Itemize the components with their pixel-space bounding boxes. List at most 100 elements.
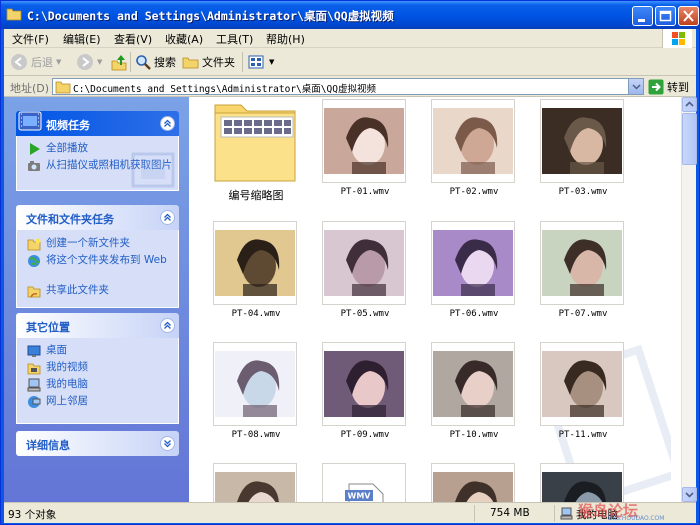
video-frame-image [542, 351, 622, 417]
camera-icon [28, 161, 40, 171]
details-title: 详细信息 [26, 439, 70, 452]
scroll-thumb[interactable] [682, 113, 697, 165]
chevron-down-icon [632, 84, 641, 90]
video-thumbnail [431, 342, 515, 426]
file-tasks-title: 文件和文件夹任务 [26, 213, 114, 226]
chevron-down-icon: ▼ [56, 58, 62, 66]
file-name-label: PT-07.wmv [558, 309, 608, 319]
title-bar[interactable]: C:\Documents and Settings\Administrator\… [1, 1, 699, 29]
menu-tools[interactable]: 工具(T) [216, 31, 253, 47]
file-tasks-header[interactable]: 文件和文件夹任务 [16, 205, 179, 230]
place-my-computer[interactable]: 我的电脑 [27, 378, 181, 392]
other-places-title: 其它位置 [26, 321, 70, 334]
video-frame-image [542, 230, 622, 296]
task-new-folder[interactable]: 创建一个新文件夹 [27, 237, 181, 251]
menu-view[interactable]: 查看(V) [114, 31, 152, 47]
network-icon [28, 396, 41, 408]
video-thumbnail [322, 99, 406, 183]
video-tasks-title: 视频任务 [46, 119, 90, 132]
other-places-panel: 其它位置 桌面 我的视频 我的电脑 网上邻居 [16, 313, 179, 424]
watermark-sub: BBS.HOUDAO.COM [608, 515, 665, 522]
address-dropdown[interactable] [628, 79, 643, 94]
window-title: C:\Documents and Settings\Administrator\… [27, 9, 394, 23]
video-thumbnail [540, 221, 624, 305]
expand-button[interactable] [160, 436, 175, 451]
video-frame-image [215, 472, 295, 502]
file-name-label: PT-04.wmv [231, 309, 281, 319]
collapse-button[interactable] [160, 210, 175, 225]
windows-logo [662, 29, 692, 48]
place-network[interactable]: 网上邻居 [27, 395, 181, 409]
task-share-folder[interactable]: 共享此文件夹 [27, 284, 181, 298]
back-button[interactable]: 后退 ▼ [10, 52, 61, 72]
video-frame-image [324, 108, 404, 174]
video-frame-image [215, 351, 295, 417]
chevron-down-icon: ▼ [269, 58, 275, 66]
video-thumbnail [213, 463, 297, 502]
video-thumbnail [213, 342, 297, 426]
menu-bar: 文件(F) 编辑(E) 查看(V) 收藏(A) 工具(T) 帮助(H) [4, 29, 696, 48]
task-publish-web[interactable]: 将这个文件夹发布到 Web [27, 254, 181, 268]
file-name-label: PT-08.wmv [231, 430, 281, 440]
my-computer-icon [27, 378, 41, 392]
video-thumbnail [213, 221, 297, 305]
video-thumbnail [540, 99, 624, 183]
maximize-button[interactable] [655, 6, 676, 26]
close-icon [683, 10, 694, 22]
desktop-icon [27, 345, 41, 357]
file-name-label: PT-05.wmv [340, 309, 390, 319]
video-frame-image [433, 351, 513, 417]
up-folder-button[interactable] [110, 52, 128, 72]
collapse-button[interactable] [160, 318, 175, 333]
details-header[interactable]: 详细信息 [16, 431, 179, 456]
place-desktop[interactable]: 桌面 [27, 344, 181, 358]
status-size: 754 MB [490, 507, 530, 519]
go-button[interactable]: 转到 [648, 78, 689, 95]
site-watermark: 猴岛论坛 BBS.HOUDAO.COM [572, 502, 692, 523]
folder-icon [55, 81, 71, 94]
file-name-label: PT-03.wmv [558, 187, 608, 197]
video-thumbnail [322, 342, 406, 426]
menu-favorites[interactable]: 收藏(A) [165, 31, 203, 47]
play-icon [30, 143, 40, 155]
status-bar: 93 个对象 754 MB 我的电脑 猴岛论坛 BBS.HOUDAO.COM [4, 502, 696, 523]
collapse-button[interactable] [160, 116, 175, 131]
video-frame-image [324, 230, 404, 296]
video-thumbnail [540, 342, 624, 426]
vertical-scrollbar[interactable] [681, 97, 697, 502]
search-button[interactable]: 搜索 [135, 52, 176, 72]
menu-file[interactable]: 文件(F) [12, 31, 49, 47]
folders-icon [182, 57, 199, 69]
file-name-label: 编号缩略图 [228, 189, 284, 202]
address-bar: 地址(D) C:\Documents and Settings\Administ… [4, 76, 696, 97]
address-input[interactable]: C:\Documents and Settings\Administrator\… [52, 78, 644, 95]
video-frame-image [542, 108, 622, 174]
views-button[interactable]: ▼ [248, 52, 274, 72]
chevron-up-icon [164, 213, 171, 221]
menu-edit[interactable]: 编辑(E) [63, 31, 101, 47]
video-frame-image [433, 108, 513, 174]
video-tasks-panel: 视频任务 全部播放 从扫描仪或照相机获取图片 [16, 111, 179, 191]
video-frame-image [324, 351, 404, 417]
close-button[interactable] [678, 6, 699, 26]
back-label: 后退 [31, 56, 53, 69]
video-thumbnail [431, 99, 515, 183]
maximize-icon [659, 10, 672, 22]
scroll-down-button[interactable] [682, 487, 697, 502]
minimize-button[interactable] [632, 6, 653, 26]
address-label: 地址(D) [10, 82, 50, 95]
other-places-header[interactable]: 其它位置 [16, 313, 179, 338]
place-my-videos[interactable]: 我的视频 [27, 361, 181, 375]
go-arrow-icon [648, 79, 664, 94]
details-panel: 详细信息 [16, 431, 179, 456]
arrow-up-icon [685, 101, 694, 107]
forward-button[interactable]: ▼ [76, 52, 102, 72]
main-body: 视频任务 全部播放 从扫描仪或照相机获取图片 文件和文件夹任务 创建一个新文件夹… [4, 97, 697, 502]
menu-help[interactable]: 帮助(H) [266, 31, 305, 47]
video-frame-image [433, 230, 513, 296]
video-tasks-header[interactable]: 视频任务 [16, 111, 179, 136]
folders-label: 文件夹 [202, 56, 235, 69]
folders-button[interactable]: 文件夹 [182, 52, 235, 72]
scroll-up-button[interactable] [682, 97, 697, 112]
share-folder-icon [27, 286, 41, 298]
